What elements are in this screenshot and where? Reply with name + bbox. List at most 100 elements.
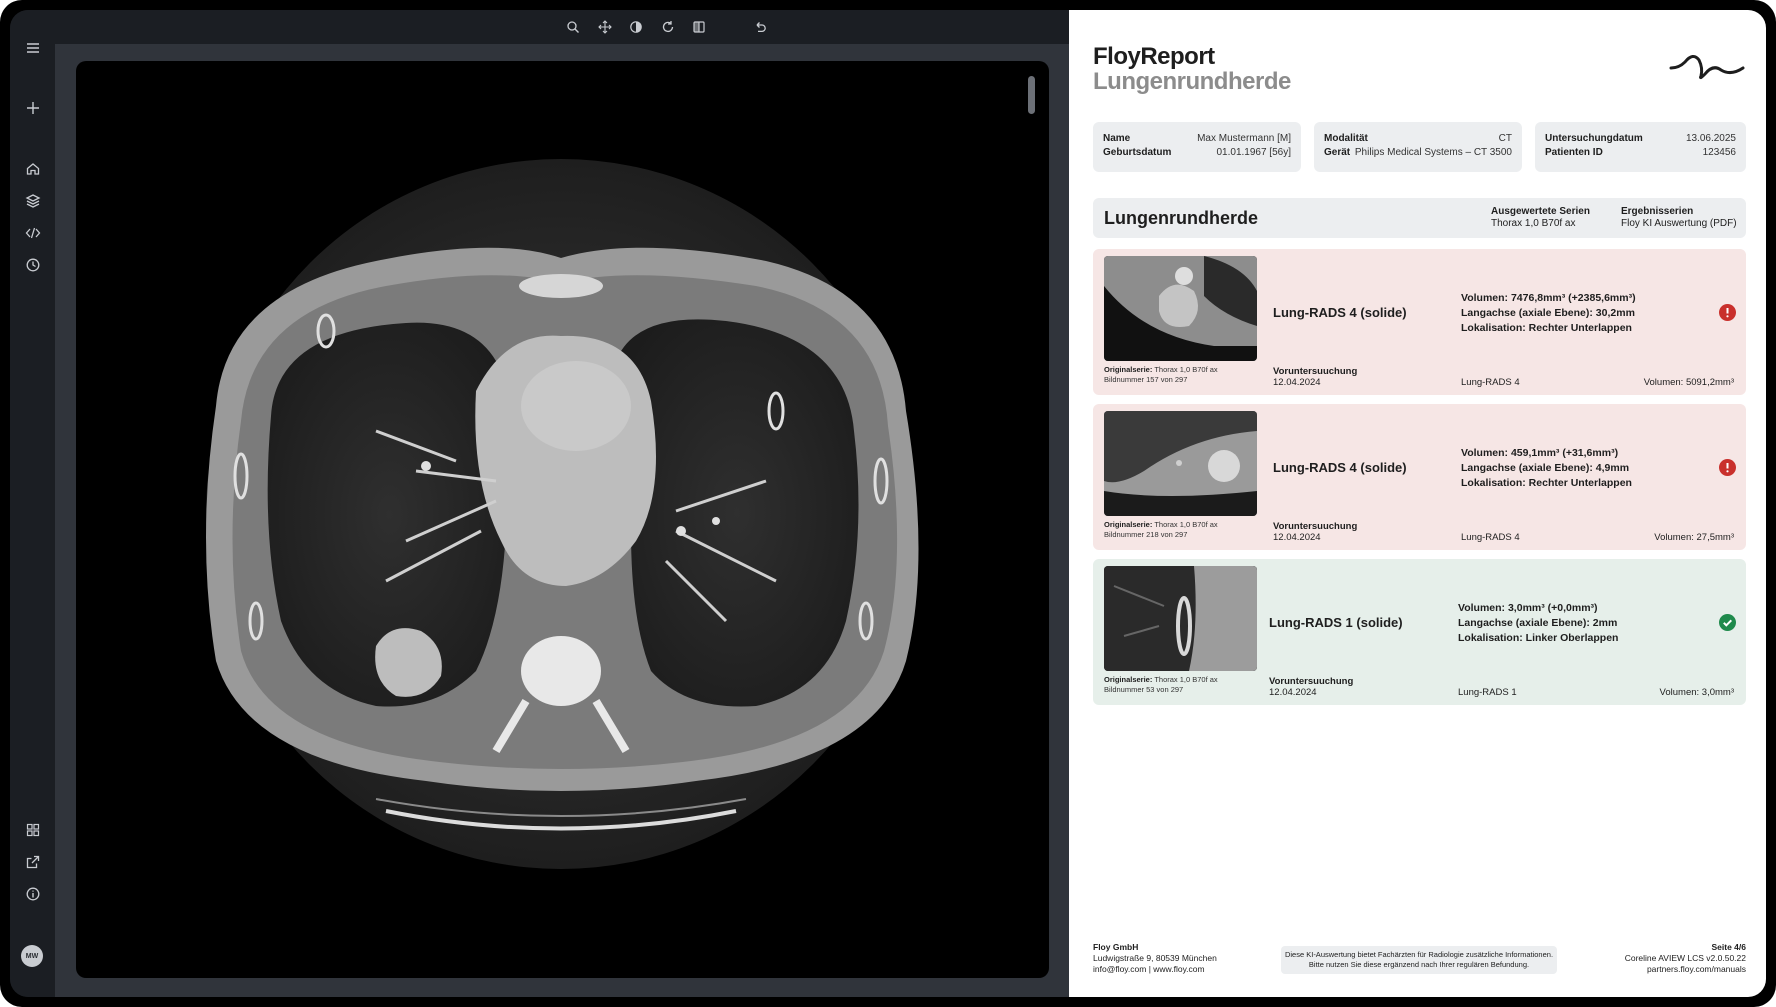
report-subtitle: Lungenrundherde xyxy=(1093,68,1291,95)
finding-card: Originalserie: Thorax 1,0 B70f ax Bildnu… xyxy=(1093,249,1746,395)
finding-thumbnail[interactable] xyxy=(1104,411,1257,516)
caption-series: Thorax 1,0 B70f ax xyxy=(1154,520,1218,529)
previous-lung-rads: Lung-RADS 4 xyxy=(1461,532,1520,543)
contrast-icon[interactable] xyxy=(626,17,646,37)
ct-image-canvas[interactable] xyxy=(76,61,1049,978)
floy-logo-icon xyxy=(1669,55,1745,80)
undo-icon[interactable] xyxy=(750,17,770,37)
finding-measurements: Volumen: 459,1mm³ (+31,6mm³) Langachse (… xyxy=(1461,446,1632,491)
exam-card: Untersuchungdatum 13.06.2025 Patienten ID… xyxy=(1535,122,1746,172)
disclaimer-line-2: Bitte nutzen Sie diese ergänzend nach Ih… xyxy=(1308,960,1530,969)
series-info: Ausgewertete Serien Thorax 1,0 B70f ax xyxy=(1491,206,1590,230)
company-contact: info@floy.com | www.floy.com xyxy=(1093,964,1205,974)
check-icon xyxy=(1719,614,1736,631)
disclaimer-line-1: Diese KI-Auswertung bietet Fachärzten fü… xyxy=(1284,950,1554,959)
alert-icon xyxy=(1719,304,1736,321)
report-panel: FloyReport Lungenrundherde Name Max Muste… xyxy=(1069,10,1766,997)
finding-title: Lung-RADS 1 (solide) xyxy=(1269,615,1403,630)
finding-thumbnail[interactable] xyxy=(1104,566,1257,671)
patient-info-row: Name Max Mustermann [M] Geburtsdatum 01.01… xyxy=(1093,122,1746,172)
finding-volume: Volumen: 3,0mm³ (+0,0mm³) xyxy=(1458,602,1598,614)
previous-exam-label: Voruntersuuchung xyxy=(1273,366,1358,377)
caption-image-number: Bildnummer 53 von 297 xyxy=(1104,685,1184,694)
device-card: Modalität CT Gerät Philips Medical Systems… xyxy=(1314,122,1522,172)
previous-exam: Voruntersuuchung 12.04.2024 xyxy=(1273,366,1357,388)
finding-card: Originalserie: Thorax 1,0 B70f ax Bildnu… xyxy=(1093,559,1746,705)
manuals-link[interactable]: partners.floy.com/manuals xyxy=(1647,964,1746,974)
avatar[interactable]: MW xyxy=(21,945,43,967)
plus-icon[interactable] xyxy=(19,94,47,122)
modality-label: Modalität xyxy=(1324,133,1368,144)
caption-label: Originalserie: xyxy=(1104,365,1153,374)
pan-icon[interactable] xyxy=(595,17,615,37)
info-icon[interactable] xyxy=(19,880,47,908)
finding-volume: Volumen: 459,1mm³ (+31,6mm³) xyxy=(1461,447,1619,459)
finding-card: Originalserie: Thorax 1,0 B70f ax Bildnu… xyxy=(1093,404,1746,550)
ct-slice-image xyxy=(206,159,919,869)
device-value: Philips Medical Systems – CT 3500 xyxy=(1354,147,1512,158)
company-address: Ludwigstraße 9, 80539 München xyxy=(1093,953,1217,963)
app-frame: MW FloyReport Lungenrundherde Name Max M… xyxy=(0,0,1776,1007)
modality-value: CT xyxy=(1498,133,1512,144)
previous-lung-rads: Lung-RADS 4 xyxy=(1461,377,1520,388)
caption-label: Originalserie: xyxy=(1104,520,1153,529)
result-label: Ergebnisserien xyxy=(1621,206,1694,217)
series-value: Thorax 1,0 B70f ax xyxy=(1491,218,1576,229)
finding-location: Lokalisation: Rechter Unterlappen xyxy=(1461,322,1632,334)
name-value: Max Mustermann [M] xyxy=(1197,133,1291,144)
previous-exam: Voruntersuuchung 12.04.2024 xyxy=(1273,521,1357,543)
software-version: Coreline AVIEW LCS v2.0.50.22 xyxy=(1624,953,1746,963)
previous-exam-date: 12.04.2024 xyxy=(1273,532,1321,543)
previous-volume: Volumen: 5091,2mm³ xyxy=(1643,377,1734,388)
previous-lung-rads: Lung-RADS 1 xyxy=(1458,687,1517,698)
finding-volume: Volumen: 7476,8mm³ (+2385,6mm³) xyxy=(1461,292,1636,304)
split-view-icon[interactable] xyxy=(689,17,709,37)
history-icon[interactable] xyxy=(19,251,47,279)
caption-series: Thorax 1,0 B70f ax xyxy=(1154,365,1218,374)
exam-date-label: Untersuchungdatum xyxy=(1545,133,1643,144)
rotate-icon[interactable] xyxy=(658,17,678,37)
alert-icon xyxy=(1719,459,1736,476)
caption-series: Thorax 1,0 B70f ax xyxy=(1154,675,1218,684)
patient-id-value: 123456 xyxy=(1702,147,1736,158)
caption-image-number: Bildnummer 218 von 297 xyxy=(1104,530,1188,539)
finding-axis: Langachse (axiale Ebene): 4,9mm xyxy=(1461,462,1630,474)
company-name: Floy GmbH xyxy=(1093,942,1139,952)
section-header: Lungenrundherde Ausgewertete Serien Thor… xyxy=(1093,198,1746,238)
external-link-icon[interactable] xyxy=(19,848,47,876)
dob-label: Geburtsdatum xyxy=(1103,147,1172,158)
brand-name: FloyReport xyxy=(1093,43,1215,70)
disclaimer-box: Diese KI-Auswertung bietet Fachärzten fü… xyxy=(1281,946,1557,974)
home-icon[interactable] xyxy=(19,155,47,183)
footer-meta: Seite 4/6 Coreline AVIEW LCS v2.0.50.22 … xyxy=(1625,942,1746,975)
previous-exam-date: 12.04.2024 xyxy=(1273,377,1321,388)
layers-icon[interactable] xyxy=(19,187,47,215)
viewer-toolbar xyxy=(55,10,1069,44)
footer-company: Floy GmbH Ludwigstraße 9, 80539 München … xyxy=(1093,942,1217,975)
grid-icon[interactable] xyxy=(19,816,47,844)
dob-value: 01.01.1967 [56y] xyxy=(1216,147,1291,158)
finding-thumbnail[interactable] xyxy=(1104,256,1257,361)
finding-axis: Langachse (axiale Ebene): 2mm xyxy=(1458,617,1618,629)
viewport-area xyxy=(55,44,1069,997)
thumbnail-caption: Originalserie: Thorax 1,0 B70f ax Bildnu… xyxy=(1104,675,1218,695)
menu-icon[interactable] xyxy=(19,34,47,62)
finding-title: Lung-RADS 4 (solide) xyxy=(1273,460,1407,475)
nodule-thumbnail-image xyxy=(1104,566,1257,671)
finding-axis: Langachse (axiale Ebene): 30,2mm xyxy=(1461,307,1635,319)
zoom-icon[interactable] xyxy=(563,17,583,37)
device-label: Gerät xyxy=(1324,147,1351,158)
finding-title: Lung-RADS 4 (solide) xyxy=(1273,305,1407,320)
result-info: Ergebnisserien Floy KI Auswertung (PDF) xyxy=(1621,206,1737,230)
previous-volume: Volumen: 3,0mm³ xyxy=(1659,687,1734,698)
code-icon[interactable] xyxy=(19,219,47,247)
report-title: FloyReport Lungenrundherde xyxy=(1093,44,1291,94)
patient-id-label: Patienten ID xyxy=(1545,147,1603,158)
previous-exam-label: Voruntersuuchung xyxy=(1269,676,1354,687)
caption-label: Originalserie: xyxy=(1104,675,1153,684)
thumbnail-caption: Originalserie: Thorax 1,0 B70f ax Bildnu… xyxy=(1104,520,1218,540)
slice-scrollbar[interactable] xyxy=(1028,76,1035,114)
nodule-thumbnail-image xyxy=(1104,256,1257,361)
patient-card: Name Max Mustermann [M] Geburtsdatum 01.01… xyxy=(1093,122,1301,172)
previous-exam: Voruntersuuchung 12.04.2024 xyxy=(1269,676,1353,698)
